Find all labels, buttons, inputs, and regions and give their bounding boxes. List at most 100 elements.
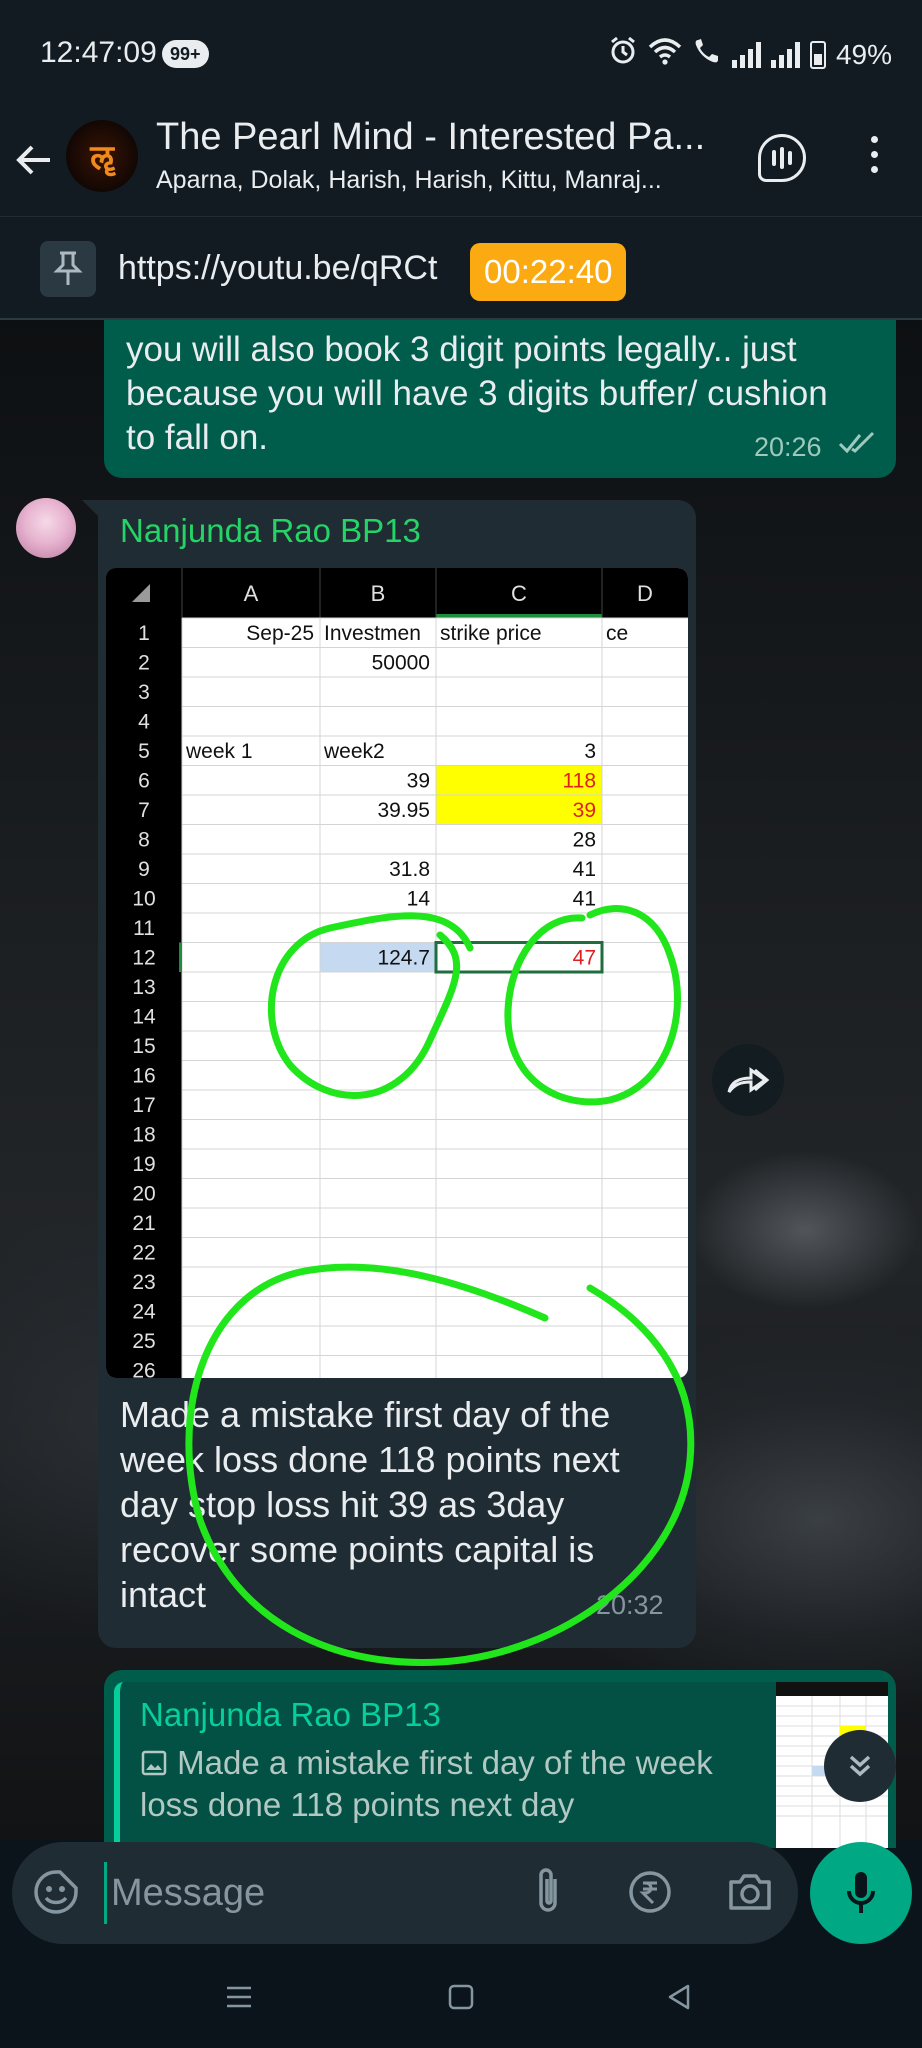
- arrow-left-icon: [16, 145, 50, 175]
- row-number: 4: [138, 711, 150, 734]
- spreadsheet-grid: A B C D123456789101112131415161718192021222…: [106, 568, 688, 1378]
- wallpaper-highlight: [690, 1150, 920, 1310]
- incoming-message-text: Made a mistake first day of the week los…: [120, 1394, 620, 1615]
- cell-d1: ce: [606, 622, 628, 645]
- double-chevron-down-icon: [849, 1755, 871, 1777]
- status-icons: 49%: [608, 36, 892, 73]
- row-number: 19: [132, 1153, 155, 1176]
- row-number: 22: [132, 1242, 155, 1265]
- quoted-text: Made a mistake first day of the week los…: [140, 1742, 740, 1826]
- cell-a5: week 1: [185, 740, 253, 763]
- timer-badge: 00:22:40: [470, 243, 627, 301]
- row-number: 14: [132, 1006, 156, 1029]
- image-icon: [141, 1750, 167, 1776]
- cell-b1: Investmen: [324, 622, 421, 645]
- row-number: 2: [138, 652, 150, 675]
- signal-1-icon: [731, 41, 761, 68]
- more-options-icon[interactable]: [862, 136, 886, 184]
- outgoing-message-time: 20:26: [754, 432, 822, 462]
- battery-percent: 49%: [835, 38, 892, 70]
- quoted-text-content: Made a mistake first day of the week los…: [140, 1744, 713, 1823]
- group-title[interactable]: The Pearl Mind - Interested Pa...: [156, 116, 736, 159]
- emoji-sticker-icon[interactable]: [30, 1866, 82, 1918]
- rupee-payment-icon[interactable]: [624, 1866, 676, 1918]
- row-number: 8: [138, 829, 150, 852]
- read-receipt-icon: [838, 430, 876, 463]
- column-header-a: A: [244, 581, 259, 606]
- home-icon[interactable]: [446, 1982, 476, 2017]
- incoming-message-time: 20:32: [596, 1590, 664, 1620]
- mic-icon: [847, 1872, 875, 1913]
- system-nav-bar: [0, 1952, 922, 2048]
- row-number: 21: [132, 1212, 155, 1235]
- cell-c9: 41: [573, 858, 596, 881]
- row-number: 11: [133, 917, 155, 940]
- signal-2-icon: [770, 41, 800, 68]
- row-number: 13: [132, 976, 155, 999]
- row-number: 7: [138, 799, 150, 822]
- column-header-d: D: [637, 581, 653, 606]
- row-number: 23: [132, 1271, 155, 1294]
- column-header-b: B: [371, 581, 386, 606]
- cell-c10: 41: [573, 888, 596, 911]
- quoted-sender: Nanjunda Rao BP13: [140, 1696, 441, 1733]
- row-number: 26: [132, 1360, 155, 1379]
- back-nav-icon[interactable]: [664, 1982, 694, 2017]
- cell-c7: 39: [573, 799, 596, 822]
- message-input[interactable]: [104, 1862, 504, 1924]
- volte-call-icon: [692, 36, 722, 73]
- row-number: 5: [138, 740, 150, 763]
- row-number: 12: [132, 947, 155, 970]
- cell-b7: 39.95: [377, 799, 430, 822]
- scroll-to-bottom-button[interactable]: [824, 1730, 896, 1802]
- spreadsheet-image[interactable]: A B C D 1 2 3 4 5 6 7 8 9 10 11 12 13 14 15 16 17 18 19 20 21 22 2…: [106, 568, 688, 1378]
- wifi-icon: [648, 37, 682, 72]
- group-avatar[interactable]: ॡ: [66, 120, 138, 192]
- cell-b6: 39: [407, 770, 430, 793]
- camera-icon[interactable]: [724, 1866, 776, 1918]
- row-number: 1: [138, 622, 150, 645]
- forward-button[interactable]: [712, 1044, 784, 1116]
- battery-icon: [809, 40, 826, 69]
- attach-icon[interactable]: [522, 1866, 574, 1918]
- column-header-c: C: [511, 581, 527, 606]
- sender-name[interactable]: Nanjunda Rao BP13: [120, 512, 421, 550]
- cell-b12: 124.7: [377, 947, 430, 970]
- group-members[interactable]: Aparna, Dolak, Harish, Harish, Kittu, Ma…: [156, 166, 716, 195]
- row-number: 25: [132, 1330, 155, 1353]
- pin-icon: [40, 241, 96, 297]
- cell-c8: 28: [573, 829, 596, 852]
- sender-avatar[interactable]: [16, 498, 76, 558]
- chat-header: ॡ The Pearl Mind - Interested Pa... Apar…: [0, 108, 922, 216]
- forward-icon: [727, 1067, 770, 1093]
- row-number: 15: [132, 1035, 155, 1058]
- row-number: 20: [132, 1183, 155, 1206]
- row-number: 10: [132, 888, 155, 911]
- row-number: 16: [132, 1065, 155, 1088]
- cell-c1: strike price: [440, 622, 542, 645]
- notification-badge: 99+: [162, 40, 209, 68]
- pinned-message-bar[interactable]: https://youtu.be/qRCt 00:22:40: [0, 216, 922, 320]
- back-button[interactable]: [14, 130, 64, 190]
- cell-b9: 31.8: [389, 858, 430, 881]
- status-time: 12:47:09: [40, 36, 157, 69]
- row-number: 18: [132, 1124, 155, 1147]
- cell-b2: 50000: [372, 652, 430, 675]
- alarm-icon: [608, 36, 638, 73]
- row-number: 6: [138, 770, 150, 793]
- cell-b5: week2: [323, 740, 385, 763]
- cell-c12: 47: [573, 947, 596, 970]
- mic-button[interactable]: [810, 1842, 912, 1944]
- voice-chat-icon[interactable]: [758, 134, 806, 182]
- cell-c6: 118: [563, 770, 596, 793]
- cell-b10: 14: [407, 888, 431, 911]
- row-number: 24: [132, 1301, 156, 1324]
- row-number: 3: [138, 681, 150, 704]
- cell-a1: Sep-25: [246, 622, 314, 645]
- status-bar: 12:47:09 99+ 49%: [0, 0, 922, 108]
- pinned-link[interactable]: https://youtu.be/qRCt: [118, 249, 437, 288]
- cell-c5: 3: [584, 740, 596, 763]
- row-number: 17: [132, 1094, 155, 1117]
- recent-apps-icon[interactable]: [224, 1982, 254, 2017]
- row-number: 9: [138, 858, 150, 881]
